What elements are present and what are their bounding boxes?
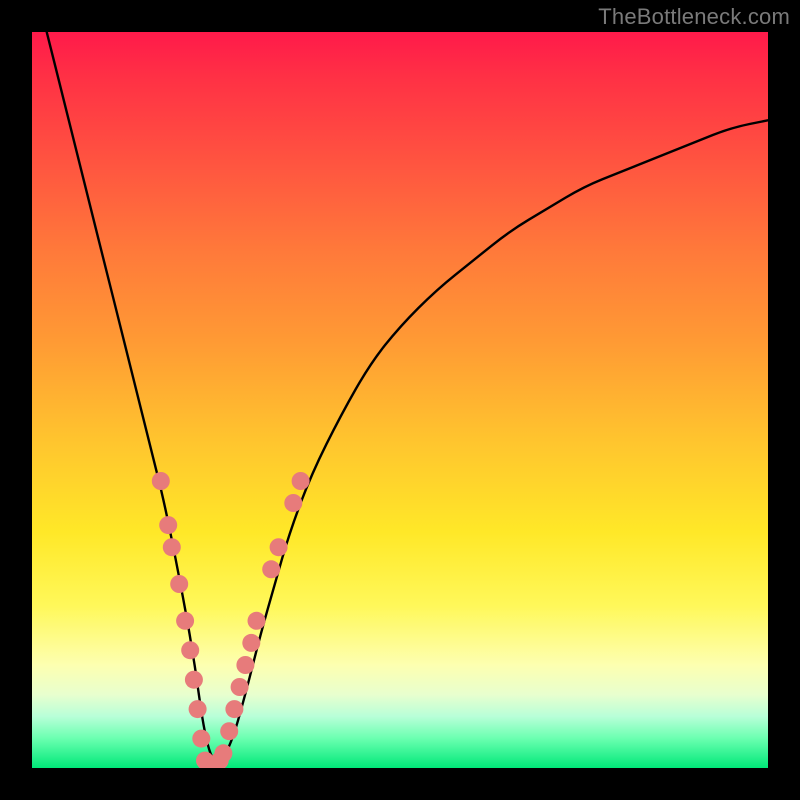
curve-path [47,32,768,762]
data-point [214,744,232,762]
data-point [231,678,249,696]
data-point [242,634,260,652]
data-point [176,612,194,630]
data-point [220,722,238,740]
data-point [248,612,266,630]
watermark-text: TheBottleneck.com [598,4,790,30]
plot-area [32,32,768,768]
data-point [284,494,302,512]
data-point [170,575,188,593]
data-point [192,730,210,748]
data-point [270,538,288,556]
curve-layer [47,32,768,762]
chart-svg [32,32,768,768]
data-point [163,538,181,556]
data-point [262,560,280,578]
data-point [189,700,207,718]
data-point [236,656,254,674]
chart-frame: TheBottleneck.com [0,0,800,800]
scatter-layer [152,472,310,768]
data-point [225,700,243,718]
data-point [181,641,199,659]
data-point [185,671,203,689]
data-point [152,472,170,490]
data-point [292,472,310,490]
data-point [159,516,177,534]
